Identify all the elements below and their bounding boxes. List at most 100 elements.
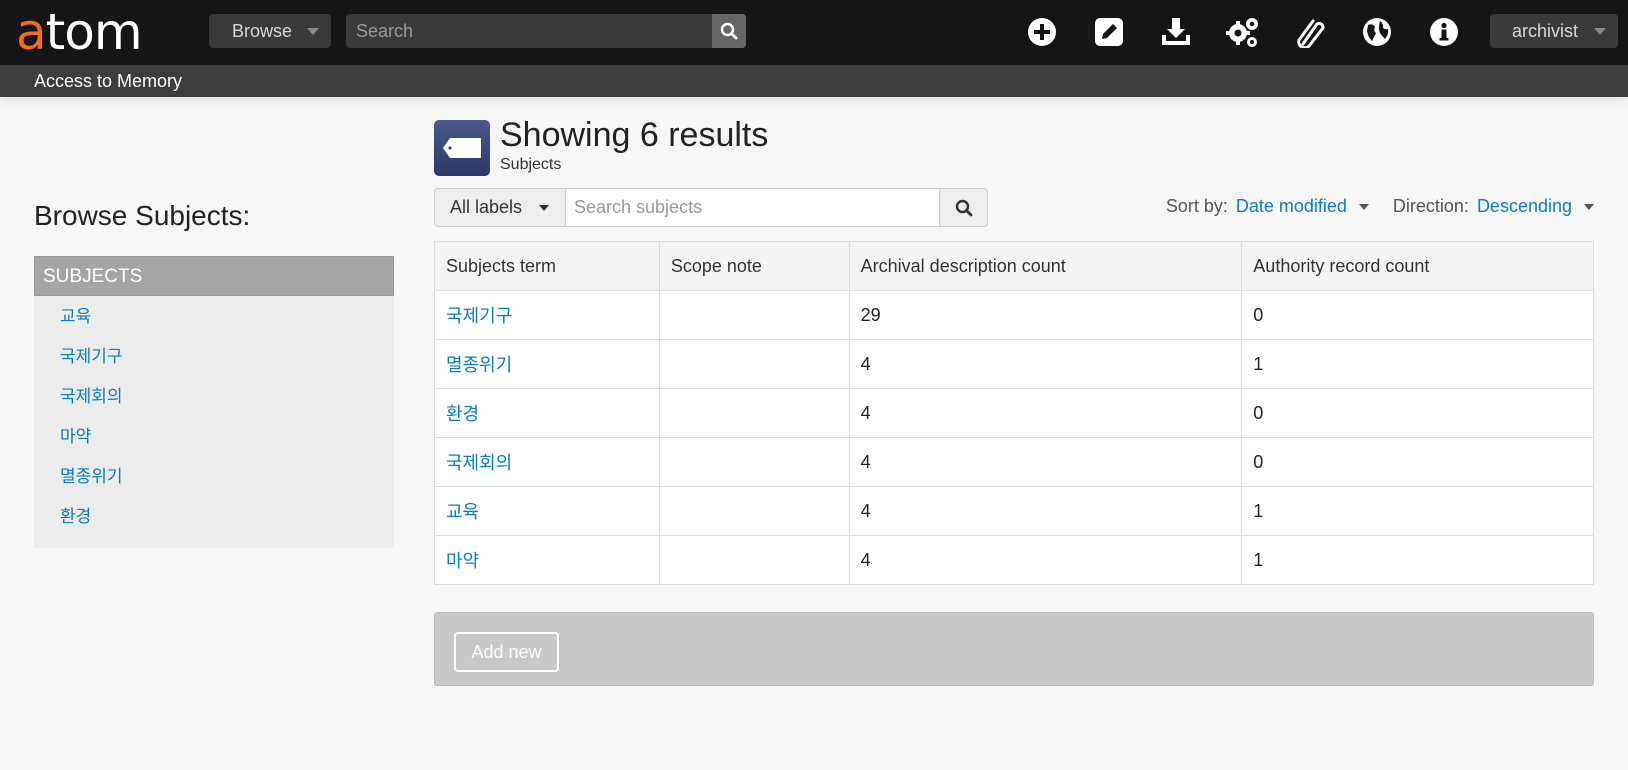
facet-header-subjects: SUBJECTS <box>34 256 394 296</box>
table-row: 환경 4 0 <box>434 388 1594 438</box>
facet-item[interactable]: 교육 <box>34 302 394 342</box>
authority-count-cell: 1 <box>1241 535 1594 585</box>
search-toolbar: All labels Sort by: Date modified Direct… <box>434 188 1594 228</box>
browse-label: Browse <box>232 20 293 41</box>
logo-letters-rest: tom <box>45 3 143 61</box>
add-menu-button[interactable] <box>1022 12 1062 52</box>
tag-icon <box>434 120 490 176</box>
sidebar: Browse Subjects: SUBJECTS 교육 국제기구 국제회의 마… <box>34 200 394 548</box>
authority-count-cell: 0 <box>1241 290 1594 340</box>
column-header[interactable]: Subjects term <box>434 241 660 291</box>
top-icon-menu <box>1022 12 1491 52</box>
chevron-down-icon <box>1358 203 1369 210</box>
facet-item[interactable]: 멸종위기 <box>34 462 394 502</box>
atom-logo[interactable]: atom <box>16 2 143 62</box>
user-label: archivist <box>1512 20 1579 41</box>
global-search-input[interactable] <box>346 14 711 48</box>
page-title: Showing 6 results <box>500 116 769 154</box>
scope-note-cell <box>658 388 850 438</box>
results-table: Subjects term Scope note Archival descri… <box>434 241 1594 585</box>
subject-term-link[interactable]: 마약 <box>446 551 479 571</box>
subject-term-link[interactable]: 환경 <box>446 404 479 424</box>
main-content: Showing 6 results Subjects All labels So… <box>434 116 1594 686</box>
table-row: 교육 4 1 <box>434 486 1594 536</box>
authority-count-cell: 0 <box>1241 388 1594 438</box>
logo-letter-a: a <box>16 3 47 61</box>
language-menu-button[interactable] <box>1357 12 1397 52</box>
global-search <box>346 14 746 48</box>
manage-menu-button[interactable] <box>1089 12 1129 52</box>
search-icon <box>955 199 972 216</box>
facet-item[interactable]: 국제회의 <box>34 382 394 422</box>
subject-term-link[interactable]: 멸종위기 <box>446 355 512 375</box>
column-header[interactable]: Archival description count <box>848 241 1243 291</box>
sort-controls: Sort by: Date modified Direction: Descen… <box>1166 196 1594 217</box>
description-count-cell: 4 <box>848 339 1243 389</box>
subject-term-link[interactable]: 교육 <box>446 502 479 522</box>
description-count-cell: 4 <box>848 535 1243 585</box>
scope-note-cell <box>658 535 850 585</box>
labels-dropdown-label: All labels <box>450 197 523 217</box>
site-title-bar: Access to Memory <box>0 65 1628 97</box>
admin-menu-button[interactable] <box>1223 12 1263 52</box>
scope-note-cell <box>658 339 850 389</box>
top-navbar: atom Browse Search archivist <box>0 0 1628 65</box>
direction-value: Descending <box>1476 196 1572 216</box>
description-count-cell: 29 <box>848 290 1243 340</box>
facet-item[interactable]: 국제기구 <box>34 342 394 382</box>
facet-item[interactable]: 마약 <box>34 422 394 462</box>
facet-list: 교육 국제기구 국제회의 마약 멸종위기 환경 <box>34 296 394 548</box>
chevron-down-icon <box>1584 203 1594 210</box>
plus-circle-icon <box>1028 18 1056 46</box>
direction-dropdown[interactable]: Descending <box>1477 196 1594 217</box>
description-count-cell: 4 <box>848 388 1243 438</box>
clipboard-icon <box>1297 19 1325 48</box>
scope-note-cell <box>658 290 850 340</box>
global-search-button[interactable] <box>712 14 746 48</box>
column-header[interactable]: Scope note <box>658 241 850 291</box>
import-menu-button[interactable] <box>1156 12 1196 52</box>
scope-note-cell <box>658 486 850 536</box>
page-subtitle: Subjects <box>500 156 562 173</box>
actions-bar: Add new <box>434 612 1594 686</box>
browse-subjects-heading: Browse Subjects: <box>34 200 251 231</box>
subjects-search-button[interactable] <box>939 188 988 227</box>
table-row: 마약 4 1 <box>434 535 1594 585</box>
chevron-down-icon <box>539 205 549 211</box>
page-heading: Showing 6 results Subjects <box>434 116 1594 176</box>
authority-count-cell: 1 <box>1241 339 1594 389</box>
subjects-search-input[interactable] <box>565 188 940 227</box>
clipboard-menu-button[interactable] <box>1290 12 1330 52</box>
globe-icon <box>1363 18 1391 46</box>
edit-icon <box>1095 18 1123 46</box>
table-header-row: Subjects term Scope note Archival descri… <box>434 241 1594 291</box>
info-icon <box>1430 18 1458 46</box>
labels-dropdown[interactable]: All labels <box>434 188 566 227</box>
subject-term-link[interactable]: 국제기구 <box>446 306 512 326</box>
column-header[interactable]: Authority record count <box>1241 241 1594 291</box>
description-count-cell: 4 <box>848 486 1243 536</box>
authority-count-cell: 0 <box>1241 437 1594 487</box>
scope-note-cell <box>658 437 850 487</box>
user-menu-button[interactable]: archivist <box>1490 14 1618 48</box>
sort-dropdown[interactable]: Date modified <box>1236 196 1369 217</box>
info-menu-button[interactable] <box>1424 12 1464 52</box>
authority-count-cell: 1 <box>1241 486 1594 536</box>
site-title[interactable]: Access to Memory <box>34 71 182 91</box>
description-count-cell: 4 <box>848 437 1243 487</box>
table-row: 멸종위기 4 1 <box>434 339 1594 389</box>
search-icon <box>720 22 738 40</box>
chevron-down-icon <box>1594 28 1606 35</box>
browse-menu-button[interactable]: Browse <box>209 14 331 48</box>
import-icon <box>1162 18 1190 45</box>
chevron-down-icon <box>307 28 319 35</box>
gears-icon <box>1226 18 1258 47</box>
add-new-button[interactable]: Add new <box>454 632 559 672</box>
subject-term-link[interactable]: 국제회의 <box>446 453 512 473</box>
direction-label: Direction: <box>1392 196 1469 216</box>
sort-label: Sort by: <box>1165 196 1228 216</box>
table-row: 국제회의 4 0 <box>434 437 1594 487</box>
table-row: 국제기구 29 0 <box>434 290 1594 340</box>
sort-value: Date modified <box>1235 196 1347 216</box>
facet-item[interactable]: 환경 <box>34 502 394 542</box>
